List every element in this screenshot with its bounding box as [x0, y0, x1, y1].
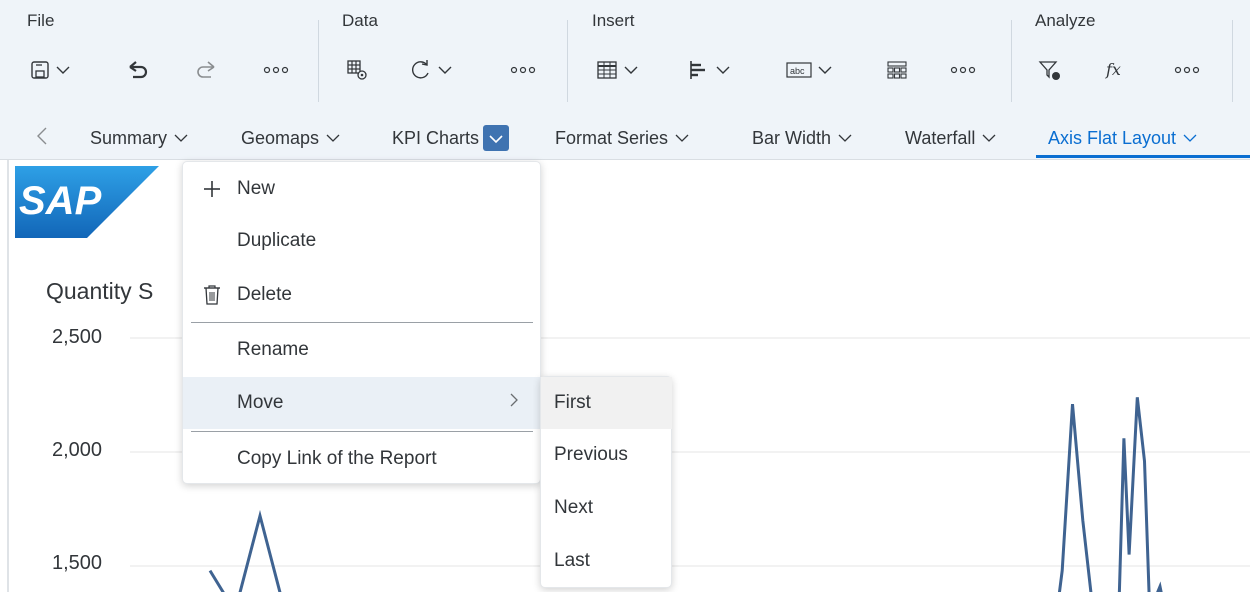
menu-item-label: Rename	[237, 339, 309, 360]
plus-icon	[201, 178, 223, 200]
menu-item-move[interactable]: Move	[183, 377, 541, 429]
menu-item-label: Move	[237, 392, 284, 413]
trash-icon	[201, 284, 223, 306]
tab-context-menu: New Duplicate Delete Rename Move Copy Li…	[182, 161, 541, 484]
menu-item-copy-link[interactable]: Copy Link of the Report	[183, 434, 541, 484]
submenu-item-next[interactable]: Next	[541, 482, 672, 534]
menu-item-duplicate[interactable]: Duplicate	[183, 216, 541, 266]
menu-item-delete[interactable]: Delete	[183, 270, 541, 320]
submenu-item-last[interactable]: Last	[541, 535, 672, 587]
chevron-right-icon	[509, 392, 519, 414]
menu-item-label: New	[237, 178, 276, 199]
menu-separator	[191, 322, 533, 323]
move-submenu: First Previous Next Last	[540, 376, 672, 588]
menu-item-label: Duplicate	[237, 230, 317, 251]
menu-item-label: Delete	[237, 284, 292, 305]
submenu-item-previous[interactable]: Previous	[541, 429, 672, 481]
submenu-item-first[interactable]: First	[541, 377, 672, 429]
menu-item-new[interactable]: New	[183, 164, 541, 214]
menu-separator	[191, 431, 533, 432]
menu-item-rename[interactable]: Rename	[183, 325, 541, 375]
menu-item-label: Copy Link of the Report	[237, 448, 437, 469]
